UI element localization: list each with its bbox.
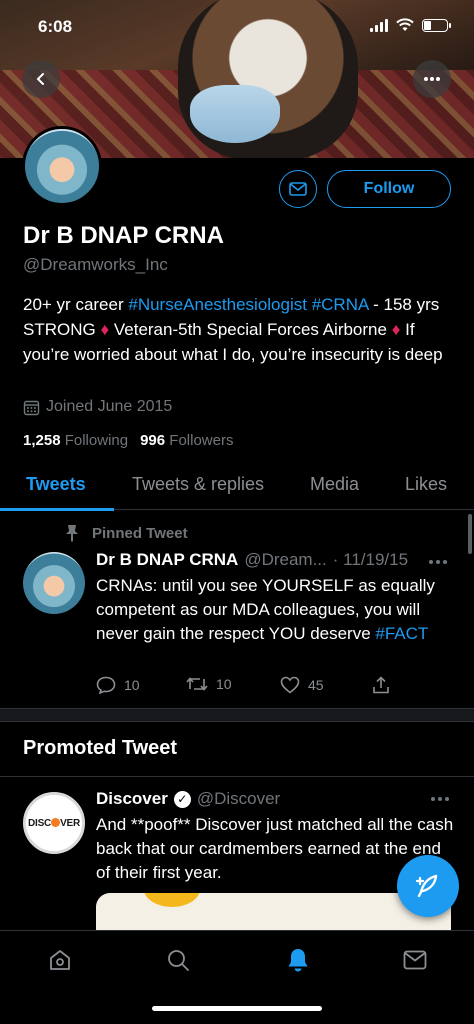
messages-icon (403, 950, 427, 970)
tweet-text: CRNAs: until you see YOURSELF as equally… (96, 574, 456, 646)
divider-line (0, 776, 474, 777)
back-button[interactable] (22, 60, 60, 98)
joined-label: Joined June 2015 (46, 398, 173, 415)
like-count: 45 (308, 677, 324, 693)
home-icon (50, 950, 70, 970)
status-time: 6:08 (38, 17, 73, 36)
status-icons (370, 18, 451, 32)
reply-count: 10 (124, 677, 140, 693)
chevron-left-icon (36, 73, 44, 85)
nav-messages[interactable] (400, 945, 430, 975)
banner-mask-image (190, 85, 280, 143)
search-icon (168, 950, 189, 971)
profile-handle: @Dreamworks_Inc (23, 255, 168, 274)
promoted-section-title: Promoted Tweet (23, 737, 178, 759)
profile-tabs: Tweets Tweets & replies Media Likes (0, 464, 474, 510)
tweet-author-avatar[interactable] (23, 552, 85, 614)
share-icon (373, 676, 389, 694)
pinned-text: Pinned Tweet (92, 524, 188, 542)
cellular-signal-icon (370, 18, 388, 32)
section-divider (0, 708, 474, 722)
notifications-icon (288, 949, 308, 972)
nav-notifications[interactable] (283, 945, 313, 975)
hashtag-link[interactable]: #FACT (375, 624, 428, 643)
following-count: 1,258 (23, 432, 61, 449)
bio-text: Veteran-5th Special Forces Airborne (109, 320, 392, 339)
followers-count: 996 (140, 432, 166, 449)
more-options-button[interactable] (413, 60, 451, 98)
promoted-media-card[interactable] (96, 893, 451, 933)
share-button[interactable] (372, 676, 390, 694)
home-indicator[interactable] (152, 1006, 322, 1011)
tab-likes[interactable]: Likes (405, 474, 447, 495)
pin-icon (66, 525, 78, 542)
tab-media[interactable]: Media (310, 474, 359, 495)
active-tab-indicator (0, 508, 114, 511)
tab-tweets-and-replies[interactable]: Tweets & replies (132, 474, 264, 495)
heart-icon (280, 676, 300, 694)
retweet-button[interactable]: 10 (186, 676, 232, 692)
promoted-author-name[interactable]: Discover (96, 789, 168, 809)
more-horizontal-icon (424, 77, 440, 81)
retweet-count: 10 (216, 676, 232, 692)
nav-search[interactable] (163, 945, 193, 975)
profile-display-name: Dr B DNAP CRNA (23, 222, 224, 249)
discover-logo-avatar[interactable]: DISC VER (23, 792, 85, 854)
tweet-header: Dr B DNAP CRNA @Dream... · 11/19/15 (96, 550, 408, 570)
followers-link[interactable]: 996 Followers (140, 432, 233, 449)
joined-date: Joined June 2015 (23, 398, 172, 416)
tweet-actions: 10 10 45 (96, 676, 396, 698)
status-bar: 6:08 (0, 0, 474, 54)
tweet-date: · 11/19/15 (332, 550, 409, 569)
promoted-more-icon[interactable] (430, 796, 450, 802)
pinned-label: Pinned Tweet (64, 524, 188, 542)
red-diamond-emoji: ♦ (100, 320, 110, 339)
compose-tweet-button[interactable] (397, 855, 459, 917)
reply-icon (96, 676, 116, 694)
calendar-icon (23, 400, 40, 415)
tweet-more-icon[interactable] (428, 559, 448, 565)
follow-stats: 1,258 Following 996 Followers (23, 432, 233, 449)
retweet-icon (186, 677, 208, 691)
hashtag-link[interactable]: #NurseAnesthesiologist (128, 295, 307, 314)
nav-home[interactable] (45, 945, 75, 975)
tweet-author-name[interactable]: Dr B DNAP CRNA (96, 550, 238, 570)
hashtag-link[interactable]: #CRNA (312, 295, 369, 314)
battery-icon (422, 18, 451, 32)
coin-image (144, 893, 200, 907)
discover-logo-text: DISC VER (27, 817, 81, 829)
profile-bio: 20+ yr career #NurseAnesthesiologist #CR… (23, 292, 463, 367)
following-link[interactable]: 1,258 Following (23, 432, 128, 449)
scrollbar[interactable] (468, 514, 472, 554)
followers-label: Followers (169, 432, 234, 449)
promoted-author-handle: @Discover (196, 789, 281, 808)
verified-badge-icon: ✓ (173, 790, 191, 808)
tweet-author-handle: @Dream... (244, 550, 327, 569)
compose-feather-icon (415, 874, 438, 898)
profile-avatar[interactable] (22, 126, 102, 206)
message-button[interactable] (279, 170, 317, 208)
following-label: Following (64, 432, 129, 449)
tab-tweets[interactable]: Tweets (26, 474, 86, 495)
reply-button[interactable]: 10 (96, 676, 140, 694)
mail-icon (289, 182, 307, 196)
bio-text: 20+ yr career (23, 295, 129, 314)
like-button[interactable]: 45 (280, 676, 324, 694)
follow-button[interactable]: Follow (327, 170, 451, 208)
promoted-tweet-header: Discover ✓ @Discover (96, 789, 280, 809)
wifi-icon (396, 18, 414, 31)
